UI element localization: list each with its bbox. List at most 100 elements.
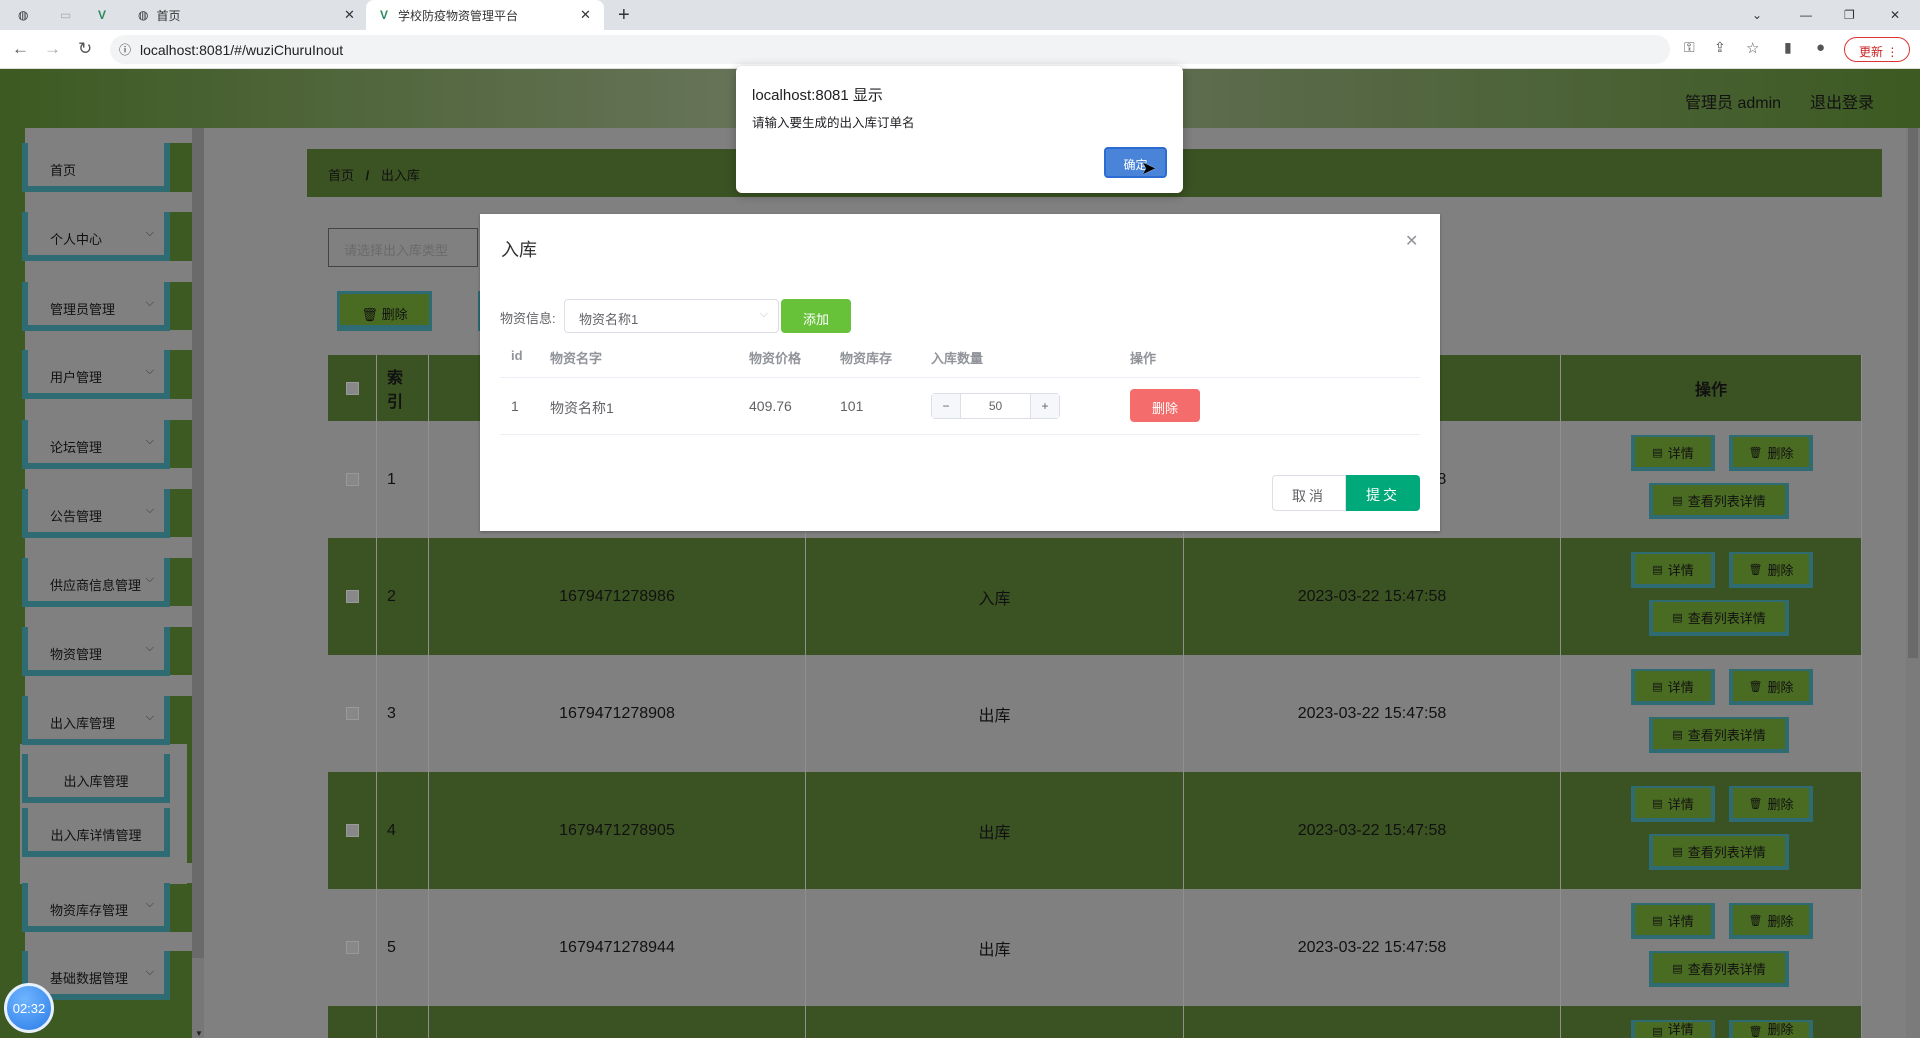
cell-index: 2 bbox=[387, 587, 396, 605]
minimize-button[interactable]: — bbox=[1800, 0, 1812, 30]
sidebar-item[interactable]: 用户管理 ⌵ bbox=[22, 350, 170, 399]
table-cell bbox=[429, 1006, 806, 1038]
back-icon[interactable]: ← bbox=[12, 39, 29, 59]
sidebar-item-label: 用户管理 bbox=[50, 370, 103, 385]
sidebar-item[interactable]: 个人中心 ⌵ bbox=[22, 212, 170, 261]
chevron-down-icon: ⌵ bbox=[145, 573, 154, 585]
decrement-button[interactable]: − bbox=[932, 394, 961, 418]
sidebar-item[interactable]: 出入库管理 ⌵ bbox=[22, 696, 170, 745]
star-icon[interactable]: ☆ bbox=[1746, 39, 1759, 57]
detail-button[interactable]: ▤ 详情 bbox=[1631, 1020, 1715, 1038]
page-scrollbar[interactable] bbox=[1906, 128, 1920, 1038]
quantity-input[interactable]: 50 bbox=[961, 394, 1030, 418]
close-tab-icon[interactable]: ✕ bbox=[344, 7, 355, 23]
row-checkbox[interactable] bbox=[345, 941, 359, 954]
list-detail-button[interactable]: ▤ 查看列表详情 bbox=[1649, 483, 1789, 519]
chevron-down-icon: ⌵ bbox=[145, 297, 154, 309]
list-detail-button[interactable]: ▤ 查看列表详情 bbox=[1649, 951, 1789, 987]
delete-button[interactable]: 🗑 删除 bbox=[1729, 669, 1813, 705]
sidebar-item[interactable]: 物资管理 ⌵ bbox=[22, 627, 170, 676]
url-input[interactable]: ⓘ localhost:8081/#/wuziChuruInout bbox=[110, 35, 1670, 64]
table-row: 2 1679471278986 入库 2023-03-22 15:47:58 ▤ 详情 🗑 删… bbox=[328, 538, 1862, 655]
sidebar-scrollbar[interactable]: ▼ bbox=[192, 128, 204, 1038]
key-icon[interactable]: ⚿ bbox=[1684, 39, 1695, 56]
delete-button[interactable]: 🗑 删除 bbox=[1729, 552, 1813, 588]
table-cell: 5 bbox=[377, 889, 429, 1006]
table-cell bbox=[377, 1006, 429, 1038]
button-label: 删除 bbox=[1767, 1022, 1794, 1037]
button-label: 查看列表详情 bbox=[1687, 844, 1766, 860]
tab-active[interactable]: V 学校防疫物资管理平台 ✕ bbox=[366, 0, 604, 30]
sidebar-item[interactable]: 论坛管理 ⌵ bbox=[22, 420, 170, 469]
sidebar-item[interactable]: 物资库存管理 ⌵ bbox=[22, 883, 170, 932]
increment-button[interactable]: + bbox=[1030, 394, 1059, 418]
detail-button[interactable]: ▤ 详情 bbox=[1631, 903, 1715, 939]
breadcrumb-home[interactable]: 首页 bbox=[328, 168, 354, 183]
sidebar-item[interactable]: 出入库详情管理 bbox=[22, 808, 170, 857]
button-label: 删除 bbox=[1767, 913, 1794, 929]
sidebar-item-label: 出入库管理 bbox=[50, 716, 116, 731]
delete-button[interactable]: 🗑 删除 bbox=[1729, 786, 1813, 822]
button-label: 详情 bbox=[1667, 796, 1694, 812]
select-all-checkbox[interactable] bbox=[345, 381, 359, 395]
sidebar-item[interactable]: 公告管理 ⌵ bbox=[22, 489, 170, 538]
col-price: 物资价格 bbox=[749, 351, 802, 366]
update-button[interactable]: 更新 ⋮ bbox=[1844, 37, 1910, 62]
cell-time: 2023-03-22 15:47:58 bbox=[1297, 821, 1447, 839]
pinned-tab-globe-icon[interactable]: ◍ bbox=[18, 0, 28, 30]
reload-icon[interactable]: ↻ bbox=[78, 39, 92, 59]
recording-timer[interactable]: 02:32 bbox=[4, 983, 54, 1033]
row-delete-button[interactable]: 删除 bbox=[1130, 389, 1200, 422]
row-checkbox[interactable] bbox=[345, 473, 359, 486]
close-tab-icon[interactable]: ✕ bbox=[580, 7, 591, 23]
delete-button[interactable]: 🗑 删除 bbox=[1729, 435, 1813, 471]
sidebar-item[interactable]: 出入库管理 bbox=[22, 754, 170, 803]
forward-icon[interactable]: → bbox=[44, 39, 61, 59]
pinned-tab-page-icon[interactable]: ▭ bbox=[60, 0, 71, 30]
logout-link[interactable]: 退出登录 bbox=[1810, 89, 1874, 113]
list-detail-button[interactable]: ▤ 查看列表详情 bbox=[1649, 717, 1789, 753]
submit-button[interactable]: 提交 bbox=[1346, 475, 1420, 511]
row-checkbox[interactable] bbox=[345, 707, 359, 720]
list-detail-button[interactable]: ▤ 查看列表详情 bbox=[1649, 834, 1789, 870]
table-row: 4 1679471278905 出库 2023-03-22 15:47:58 ▤ 详情 🗑 删… bbox=[328, 772, 1862, 889]
delete-button[interactable]: 🗑 删除 bbox=[1729, 903, 1813, 939]
profile-icon[interactable]: ● bbox=[1816, 39, 1825, 56]
table-cell bbox=[328, 772, 377, 889]
bulk-delete-button[interactable]: 🗑 删除 bbox=[337, 291, 432, 331]
placeholder: 请选择出入库类型 bbox=[344, 243, 449, 258]
list-detail-button[interactable]: ▤ 查看列表详情 bbox=[1649, 600, 1789, 636]
sidebar-item[interactable]: 供应商信息管理 ⌵ bbox=[22, 558, 170, 607]
sidebar-item[interactable]: 首页 bbox=[22, 143, 170, 192]
quantity-stepper[interactable]: − 50 + bbox=[931, 393, 1060, 419]
browser-tab-bar: ◍ ▭ V ◍ 首页 ✕ V 学校防疫物资管理平台 ✕ + ⌄ — ❐ ✕ bbox=[0, 0, 1920, 30]
type-select-input[interactable]: 请选择出入库类型 bbox=[328, 228, 478, 267]
sidebar-item[interactable]: 管理员管理 ⌵ bbox=[22, 282, 170, 331]
detail-button[interactable]: ▤ 详情 bbox=[1631, 552, 1715, 588]
detail-button[interactable]: ▤ 详情 bbox=[1631, 786, 1715, 822]
detail-button[interactable]: ▤ 详情 bbox=[1631, 435, 1715, 471]
table-cell: 4 bbox=[377, 772, 429, 889]
sidebar-item-label: 论坛管理 bbox=[50, 440, 103, 455]
add-button[interactable]: 添加 bbox=[781, 299, 851, 333]
cancel-button[interactable]: 取消 bbox=[1272, 475, 1346, 511]
trash-icon: 🗑 bbox=[361, 307, 378, 322]
share-icon[interactable]: ⇪ bbox=[1714, 39, 1726, 56]
tab-home[interactable]: ◍ 首页 ✕ bbox=[134, 0, 360, 30]
new-tab-button[interactable]: + bbox=[618, 0, 630, 30]
sidebar-item-label: 个人中心 bbox=[50, 232, 103, 247]
detail-button[interactable]: ▤ 详情 bbox=[1631, 669, 1715, 705]
pinned-tab-vue-icon[interactable]: V bbox=[98, 0, 106, 30]
close-window-button[interactable]: ✕ bbox=[1890, 0, 1900, 30]
material-select[interactable]: 物资名称1 ⌵ bbox=[564, 299, 779, 333]
row-checkbox[interactable] bbox=[345, 824, 359, 837]
row-checkbox[interactable] bbox=[345, 590, 359, 603]
side-panel-icon[interactable]: ▮ bbox=[1784, 39, 1792, 56]
close-icon[interactable]: ✕ bbox=[1405, 231, 1418, 251]
cell-index: 1 bbox=[387, 470, 396, 488]
restore-button[interactable]: ❐ bbox=[1844, 0, 1855, 30]
scroll-down-icon[interactable]: ▼ bbox=[195, 1029, 203, 1038]
tab-search-icon[interactable]: ⌄ bbox=[1752, 0, 1762, 30]
delete-button[interactable]: 🗑 删除 bbox=[1729, 1020, 1813, 1038]
alert-ok-button[interactable]: 确定 bbox=[1104, 147, 1167, 178]
